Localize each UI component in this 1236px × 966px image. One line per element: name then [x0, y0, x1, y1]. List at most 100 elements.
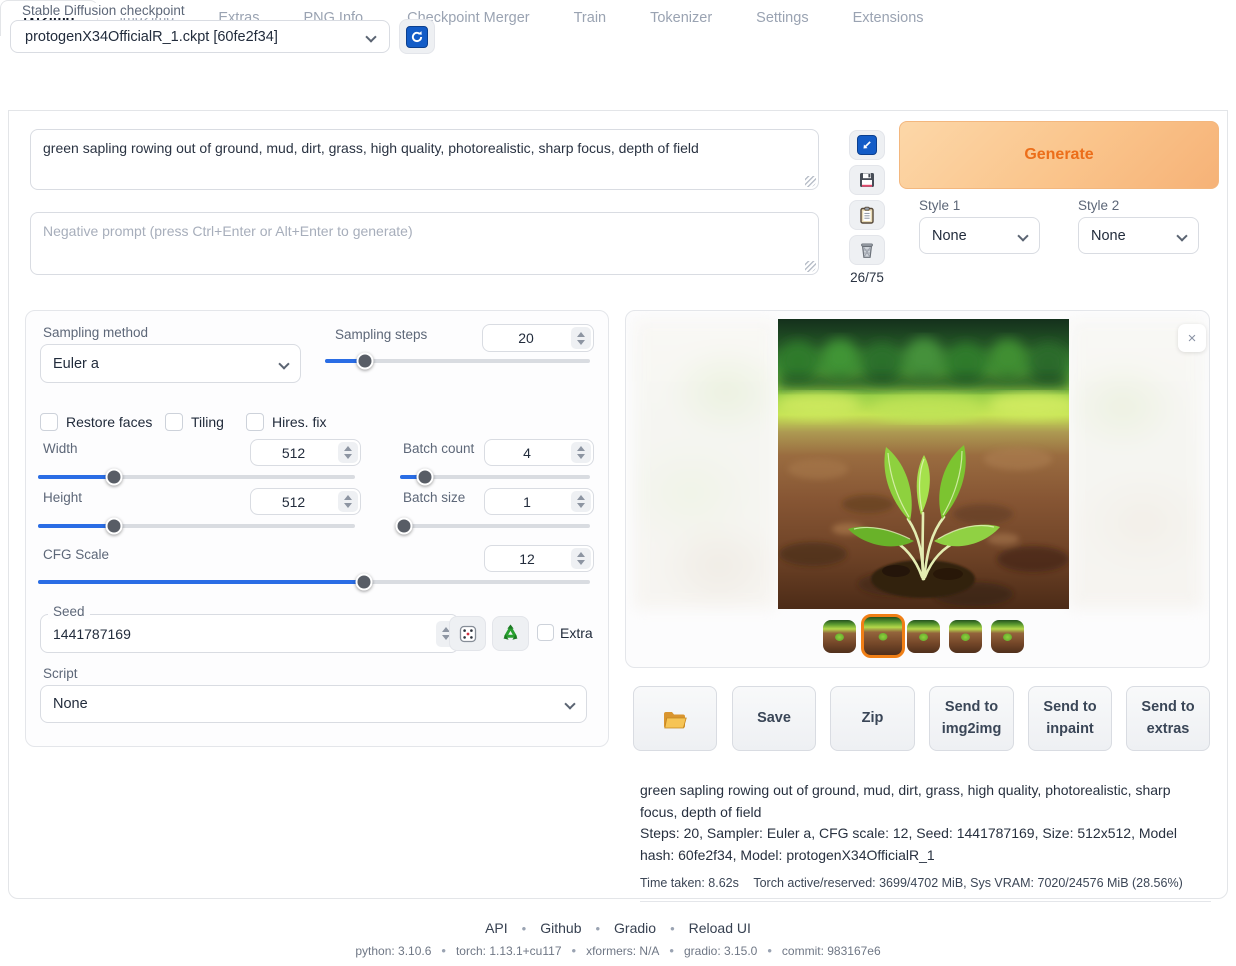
negative-prompt-input[interactable] [30, 212, 819, 275]
sampling-steps-input[interactable]: 20 [482, 324, 594, 352]
prompt-input[interactable]: green sapling rowing out of ground, mud,… [30, 129, 819, 190]
batch-size-slider[interactable] [400, 524, 590, 528]
seed-value: 1441787169 [41, 626, 434, 642]
cfg-scale-slider[interactable] [38, 580, 590, 584]
width-input[interactable]: 512 [250, 439, 361, 466]
bullet-separator: • [767, 943, 772, 958]
thumbnail-2-selected[interactable] [861, 614, 905, 658]
extra-seed-checkbox[interactable] [537, 624, 554, 641]
thumbnail-5[interactable] [991, 620, 1024, 653]
stepper-icon[interactable] [338, 491, 358, 512]
gallery-side-blur-right [1069, 319, 1203, 609]
slider-thumb[interactable] [395, 518, 412, 535]
footer-versions: python: 3.10.6 • torch: 1.13.1+cu117 • x… [0, 943, 1236, 958]
send-to-inpaint-button[interactable]: Send to inpaint [1028, 686, 1112, 751]
save-style-button[interactable] [849, 165, 885, 195]
tiling-checkbox[interactable] [165, 413, 183, 431]
save-button[interactable]: Save [732, 686, 816, 751]
chevron-down-icon [1176, 230, 1187, 241]
style1-dropdown[interactable]: None [919, 217, 1040, 254]
bullet-separator: • [669, 943, 674, 958]
footer-link-gradio[interactable]: Gradio [614, 920, 656, 936]
footer-link-reload-ui[interactable]: Reload UI [689, 920, 751, 936]
folder-icon [662, 708, 688, 730]
footer-link-github[interactable]: Github [540, 920, 581, 936]
height-input[interactable]: 512 [250, 488, 361, 515]
open-folder-button[interactable] [633, 686, 717, 751]
apply-style-button[interactable] [849, 200, 885, 230]
clear-prompt-button[interactable] [849, 235, 885, 265]
seed-input[interactable]: 1441787169 [40, 614, 459, 653]
footer-link-api[interactable]: API [485, 920, 508, 936]
bullet-separator: • [522, 921, 527, 936]
trash-icon [857, 240, 877, 260]
zip-button[interactable]: Zip [830, 686, 915, 751]
script-dropdown[interactable]: None [40, 685, 587, 723]
height-value: 512 [251, 494, 336, 510]
cfg-scale-label: CFG Scale [43, 547, 109, 562]
hires-fix-checkbox[interactable] [246, 413, 264, 431]
send-to-img2img-button[interactable]: Send to img2img [929, 686, 1014, 751]
thumbnail-3[interactable] [907, 620, 940, 653]
script-label: Script [43, 666, 78, 681]
tab-extensions[interactable]: Extensions [831, 0, 946, 35]
script-value: None [53, 696, 88, 712]
slider-thumb[interactable] [416, 469, 433, 486]
generate-button[interactable]: Generate [899, 121, 1219, 189]
tab-train[interactable]: Train [552, 0, 629, 35]
tab-settings[interactable]: Settings [734, 0, 830, 35]
batch-count-input[interactable]: 4 [484, 439, 594, 466]
tab-tokenizer[interactable]: Tokenizer [628, 0, 734, 35]
batch-count-slider[interactable] [400, 475, 590, 479]
generated-image-preview[interactable] [778, 319, 1069, 609]
style1-value: None [932, 228, 967, 244]
slider-thumb[interactable] [356, 353, 373, 370]
sampling-steps-label: Sampling steps [335, 327, 427, 342]
dice-icon [458, 624, 478, 644]
checkpoint-label: Stable Diffusion checkpoint [17, 3, 190, 18]
send-to-extras-button[interactable]: Send to extras [1126, 686, 1210, 751]
close-gallery-button[interactable]: × [1178, 324, 1206, 352]
arrow-down-left-icon [857, 135, 877, 155]
style2-label: Style 2 [1078, 198, 1119, 213]
slider-thumb[interactable] [106, 469, 123, 486]
style1-label: Style 1 [919, 198, 960, 213]
refresh-checkpoints-button[interactable] [399, 19, 435, 54]
thumbnail-1[interactable] [823, 620, 856, 653]
refresh-icon [406, 26, 428, 48]
width-slider[interactable] [38, 475, 355, 479]
gallery-side-blur-left [634, 319, 776, 609]
cfg-scale-input[interactable]: 12 [484, 545, 594, 572]
reuse-seed-button[interactable] [492, 616, 529, 651]
checkpoint-dropdown[interactable]: protogenX34OfficialR_1.ckpt [60fe2f34] [10, 20, 390, 53]
height-slider[interactable] [38, 524, 355, 528]
slider-thumb[interactable] [106, 518, 123, 535]
chevron-down-icon [1017, 230, 1028, 241]
sampling-method-dropdown[interactable]: Euler a [40, 344, 301, 383]
chevron-down-icon [278, 358, 289, 369]
thumbnail-4[interactable] [949, 620, 982, 653]
stepper-icon[interactable] [571, 442, 591, 463]
footer-links: API • Github • Gradio • Reload UI [0, 920, 1236, 936]
restore-faces-checkbox[interactable] [40, 413, 58, 431]
stepper-icon[interactable] [571, 548, 591, 569]
vram-text: Torch active/reserved: 3699/4702 MiB, Sy… [753, 876, 1182, 890]
generate-label: Generate [1024, 146, 1093, 164]
batch-size-input[interactable]: 1 [484, 488, 594, 515]
floppy-disk-icon [857, 170, 877, 190]
batch-count-value: 4 [485, 445, 569, 461]
style2-dropdown[interactable]: None [1078, 217, 1199, 254]
width-label: Width [43, 441, 78, 456]
random-seed-button[interactable] [449, 616, 486, 651]
stepper-icon[interactable] [571, 327, 591, 349]
version-gradio: gradio: 3.15.0 [684, 944, 757, 958]
slider-thumb[interactable] [355, 574, 372, 591]
paste-params-button[interactable] [849, 130, 885, 160]
height-label: Height [43, 490, 82, 505]
stepper-icon[interactable] [338, 442, 358, 463]
generation-info-prompt: green sapling rowing out of ground, mud,… [640, 780, 1205, 823]
sampling-steps-slider[interactable] [325, 359, 590, 363]
stepper-icon[interactable] [571, 491, 591, 512]
version-xformers: xformers: N/A [586, 944, 659, 958]
sampling-method-label: Sampling method [43, 325, 148, 340]
